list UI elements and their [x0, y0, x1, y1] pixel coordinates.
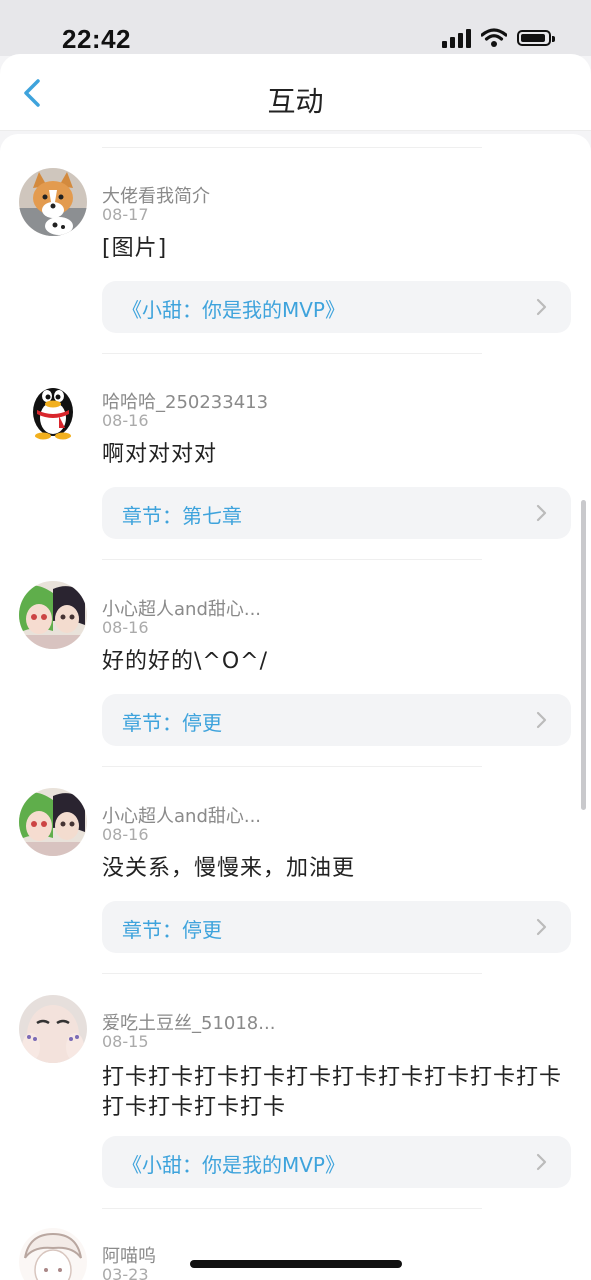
source-link-label: 章节：停更 [122, 918, 222, 942]
divider [102, 973, 482, 974]
comment-text: [图片] [102, 236, 168, 261]
girl-hands-photo-icon [19, 995, 87, 1063]
status-bar: 22:42 [0, 0, 591, 56]
avatar[interactable] [19, 168, 87, 236]
comment-source-link[interactable]: 章节：停更 [102, 694, 571, 746]
comment-date: 08-17 [102, 205, 149, 224]
comment-date: 08-16 [102, 618, 149, 637]
divider [102, 766, 482, 767]
comment-source-link[interactable]: 章节：停更 [102, 901, 571, 953]
chevron-right-icon [536, 711, 547, 729]
anime-couple-icon [19, 788, 87, 856]
anime-girl-sketch-icon [19, 1228, 87, 1280]
anime-couple-icon [19, 581, 87, 649]
chevron-right-icon [536, 918, 547, 936]
avatar[interactable] [19, 995, 87, 1063]
clock-time: 22:42 [62, 24, 131, 54]
avatar[interactable] [19, 788, 87, 856]
divider [102, 147, 482, 148]
source-link-label: 《小甜：你是我的MVP》 [122, 298, 345, 322]
source-link-label: 《小甜：你是我的MVP》 [122, 1153, 345, 1177]
comment-feed[interactable]: 大佬看我简介 08-17 [图片] 《小甜：你是我的MVP》 哈哈哈_25023… [0, 134, 591, 1280]
divider [102, 353, 482, 354]
scrollbar[interactable] [581, 500, 586, 810]
comment-source-link[interactable]: 章节：第七章 [102, 487, 571, 539]
comment-text: 啊对对对对 [102, 442, 218, 467]
chevron-right-icon [536, 1153, 547, 1171]
divider [102, 1208, 482, 1209]
avatar[interactable] [19, 374, 87, 442]
comment-text: 打卡打卡打卡打卡打卡打卡打卡打卡打卡打卡打卡打卡打卡打卡 [102, 1065, 563, 1120]
comment-date: 08-16 [102, 825, 149, 844]
corgi-dog-photo-icon [19, 168, 87, 236]
divider [102, 559, 482, 560]
comment-date: 08-15 [102, 1032, 149, 1051]
chevron-right-icon [536, 504, 547, 522]
comment-text: 好的好的\^O^/ [102, 649, 269, 674]
chevron-right-icon [536, 298, 547, 316]
comment-source-link[interactable]: 《小甜：你是我的MVP》 [102, 281, 571, 333]
page-title: 互动 [267, 85, 324, 118]
home-indicator[interactable] [190, 1260, 402, 1268]
qq-penguin-icon [33, 388, 73, 440]
comment-source-link[interactable]: 《小甜：你是我的MVP》 [102, 1136, 571, 1188]
comment-text: 没关系，慢慢来，加油更 [102, 856, 356, 881]
comment-date: 03-23 [102, 1265, 149, 1280]
system-icons [442, 28, 555, 48]
avatar[interactable] [19, 1228, 87, 1280]
source-link-label: 章节：第七章 [122, 504, 242, 528]
source-link-label: 章节：停更 [122, 711, 222, 735]
cellular-signal-icon [442, 28, 471, 48]
navigation-bar: 互动 [0, 54, 591, 130]
comment-date: 08-16 [102, 411, 149, 430]
avatar[interactable] [19, 581, 87, 649]
wifi-icon [481, 28, 507, 47]
battery-icon [517, 30, 555, 46]
